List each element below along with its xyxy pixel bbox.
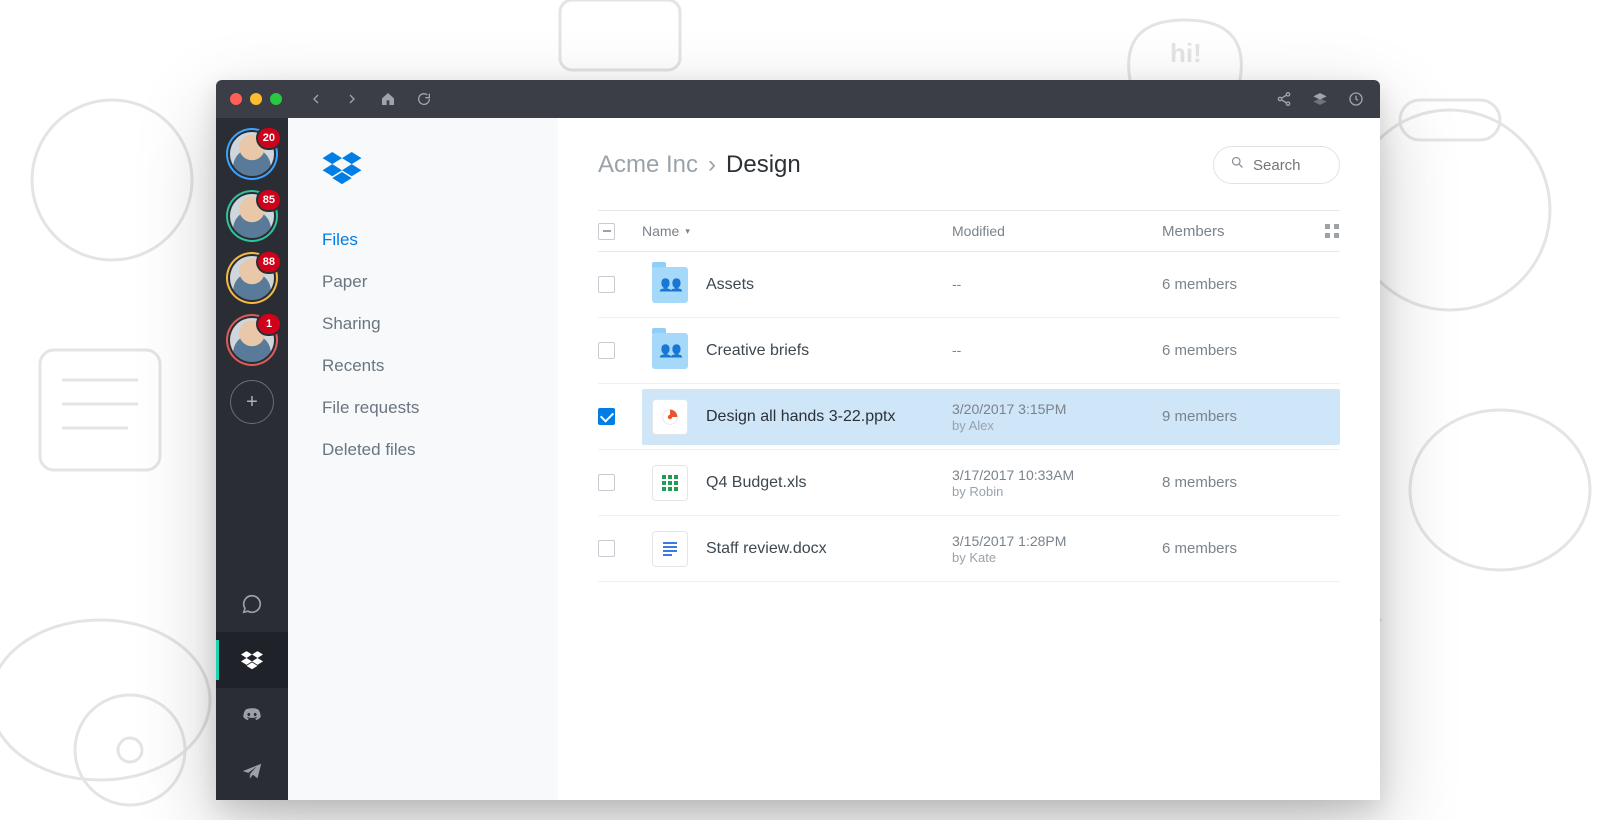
badge: 1 xyxy=(258,314,280,334)
badge: 88 xyxy=(258,252,280,272)
table-row[interactable]: 👤👤 Assets -- 6 members xyxy=(598,252,1340,318)
back-button[interactable] xyxy=(302,85,330,113)
breadcrumb: Acme Inc › Design xyxy=(598,151,801,179)
modified-by: by Robin xyxy=(952,484,1162,499)
modified-by: by Alex xyxy=(952,418,1162,433)
folder-icon: 👤👤 xyxy=(652,333,688,369)
add-server-button[interactable]: + xyxy=(230,380,274,424)
modified-value: 3/20/2017 3:15PM xyxy=(952,400,1162,418)
sort-caret-icon: ▾ xyxy=(685,226,690,237)
row-checkbox[interactable] xyxy=(598,276,615,293)
members-value: 9 members xyxy=(1162,408,1312,425)
server-avatar-1[interactable]: 85 xyxy=(230,194,274,238)
dropbox-logo-icon xyxy=(322,152,558,191)
app-window: 20 85 88 1 + xyxy=(216,80,1380,800)
server-avatar-0[interactable]: 20 xyxy=(230,132,274,176)
maximize-button[interactable] xyxy=(270,93,282,105)
modified-by: by Kate xyxy=(952,550,1162,565)
modified-value: -- xyxy=(952,275,1162,293)
modified-value: 3/15/2017 1:28PM xyxy=(952,532,1162,550)
members-value: 6 members xyxy=(1162,540,1312,557)
dropbox-pane: Files Paper Sharing Recents File request… xyxy=(288,118,1380,800)
server-avatar-2[interactable]: 88 xyxy=(230,256,274,300)
search-icon xyxy=(1230,155,1245,175)
view-toggle-icon[interactable] xyxy=(1312,223,1340,239)
file-name: Creative briefs xyxy=(706,342,809,360)
table-row[interactable]: 👤👤 Creative briefs -- 6 members xyxy=(598,318,1340,384)
members-value: 6 members xyxy=(1162,342,1312,359)
badge: 85 xyxy=(258,190,280,210)
word-icon xyxy=(652,531,688,567)
row-checkbox[interactable] xyxy=(598,408,615,425)
dropbox-main: Acme Inc › Design Name▾ Modified xyxy=(558,118,1380,800)
file-name: Staff review.docx xyxy=(706,540,827,558)
forward-button[interactable] xyxy=(338,85,366,113)
file-name: Assets xyxy=(706,276,754,294)
badge: 20 xyxy=(258,128,280,148)
powerpoint-icon xyxy=(652,399,688,435)
search-input[interactable] xyxy=(1253,157,1323,174)
row-checkbox[interactable] xyxy=(598,474,615,491)
history-button[interactable] xyxy=(1342,85,1370,113)
col-members[interactable]: Members xyxy=(1162,223,1312,240)
folder-icon: 👤👤 xyxy=(652,267,688,303)
table-row[interactable]: Q4 Budget.xls 3/17/2017 10:33AMby Robin … xyxy=(598,450,1340,516)
app-whatsapp[interactable] xyxy=(216,576,288,632)
server-avatar-3[interactable]: 1 xyxy=(230,318,274,362)
col-name[interactable]: Name▾ xyxy=(642,223,952,239)
row-checkbox[interactable] xyxy=(598,540,615,557)
nav-deleted[interactable]: Deleted files xyxy=(322,429,558,471)
nav-file-requests[interactable]: File requests xyxy=(322,387,558,429)
modified-value: 3/17/2017 10:33AM xyxy=(952,466,1162,484)
layers-button[interactable] xyxy=(1306,85,1334,113)
nav-sharing[interactable]: Sharing xyxy=(322,303,558,345)
table-row[interactable]: Design all hands 3-22.pptx 3/20/2017 3:1… xyxy=(598,384,1340,450)
share-button[interactable] xyxy=(1270,85,1298,113)
members-value: 6 members xyxy=(1162,276,1312,293)
app-discord[interactable] xyxy=(216,688,288,744)
dropbox-sidebar: Files Paper Sharing Recents File request… xyxy=(288,118,558,800)
minimize-button[interactable] xyxy=(250,93,262,105)
window-controls xyxy=(230,93,282,105)
nav-paper[interactable]: Paper xyxy=(322,261,558,303)
chevron-right-icon: › xyxy=(708,151,716,179)
col-modified[interactable]: Modified xyxy=(952,223,1162,239)
titlebar xyxy=(216,80,1380,118)
search-box[interactable] xyxy=(1213,146,1340,184)
modified-value: -- xyxy=(952,341,1162,359)
app-dropbox[interactable] xyxy=(216,632,288,688)
home-button[interactable] xyxy=(374,85,402,113)
servers-rail: 20 85 88 1 + xyxy=(216,118,288,800)
file-name: Q4 Budget.xls xyxy=(706,474,807,492)
breadcrumb-parent[interactable]: Acme Inc xyxy=(598,151,698,179)
reload-button[interactable] xyxy=(410,85,438,113)
dropbox-nav: Files Paper Sharing Recents File request… xyxy=(322,219,558,471)
file-name: Design all hands 3-22.pptx xyxy=(706,408,895,426)
app-telegram[interactable] xyxy=(216,744,288,800)
select-all-checkbox[interactable] xyxy=(598,223,615,240)
members-value: 8 members xyxy=(1162,474,1312,491)
row-checkbox[interactable] xyxy=(598,342,615,359)
breadcrumb-current: Design xyxy=(726,151,801,179)
nav-recents[interactable]: Recents xyxy=(322,345,558,387)
nav-files[interactable]: Files xyxy=(322,219,558,261)
table-header: Name▾ Modified Members xyxy=(598,210,1340,252)
svg-text:hi!: hi! xyxy=(1170,38,1202,68)
close-button[interactable] xyxy=(230,93,242,105)
table-row[interactable]: Staff review.docx 3/15/2017 1:28PMby Kat… xyxy=(598,516,1340,582)
excel-icon xyxy=(652,465,688,501)
